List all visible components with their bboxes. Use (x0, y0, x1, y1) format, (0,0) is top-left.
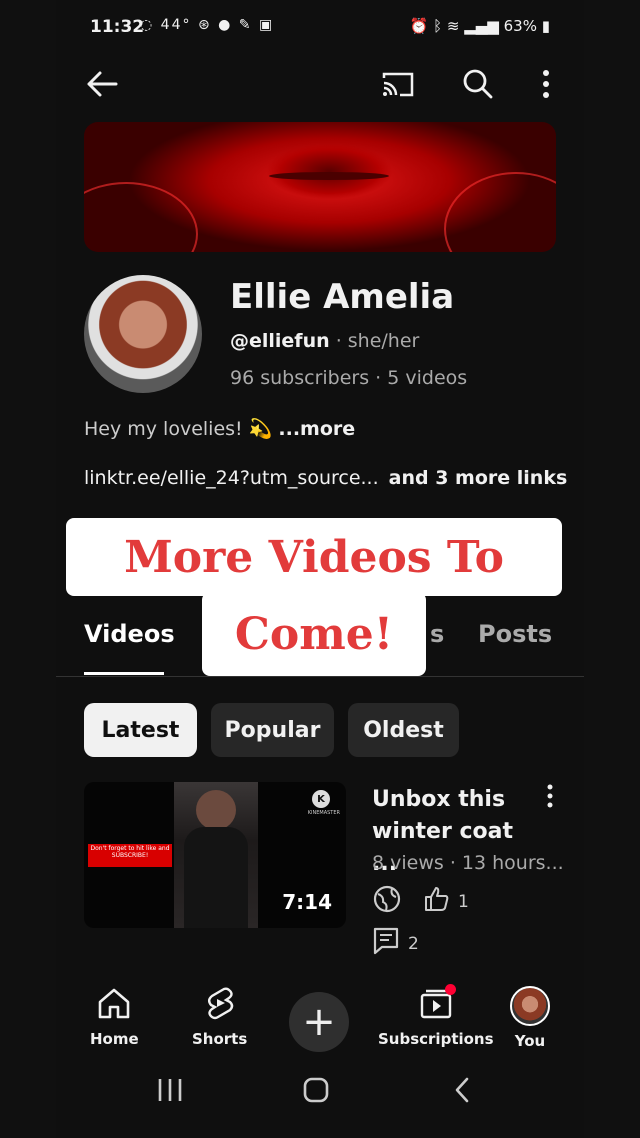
temperature-label: 44° (160, 17, 192, 33)
globe-icon (372, 884, 402, 919)
back-arrow-icon[interactable] (82, 64, 122, 104)
overlay-text-line1: More Videos To (124, 531, 504, 583)
channel-description[interactable]: Hey my lovelies! 💫 ...more (84, 417, 355, 440)
channel-pronouns: · she/her (335, 330, 420, 352)
nav-shorts[interactable]: Shorts (192, 986, 247, 1048)
nav-you-label: You (514, 1032, 546, 1050)
system-navigation-bar (56, 1054, 584, 1138)
cast-icon[interactable] (378, 64, 418, 104)
video-engagement-row: 1 (372, 884, 469, 919)
home-icon (96, 986, 132, 1024)
overlay-caption-line2: Come! (202, 592, 426, 676)
chip-popular[interactable]: Popular (211, 703, 334, 757)
video-more-icon[interactable] (546, 784, 554, 814)
thumbnail-person-body (184, 827, 248, 928)
nav-home-label: Home (90, 1030, 139, 1048)
subscriptions-icon (418, 984, 456, 1024)
top-app-bar (56, 56, 584, 112)
battery-icon: ▮ (541, 17, 550, 35)
status-system-icons: ⏰ ᛒ ≋ ▂▄▆ 63% ▮ (410, 17, 550, 35)
channel-handle: @elliefun (230, 330, 330, 352)
app-notification-icons: ⊛ ● ✎ ▣ (197, 17, 275, 33)
channel-links[interactable]: linktr.ee/ellie_24?utm_source... and 3 mo… (84, 467, 567, 489)
status-notification-icons: ◌ 44° ⊛ ● ✎ ▣ (140, 17, 274, 33)
video-thumbnail[interactable]: Don't forget to hit like and SUBSCRIBE! … (84, 782, 346, 928)
wifi-icon: ≋ (446, 17, 460, 35)
banner-lips-shape (269, 172, 389, 180)
primary-link[interactable]: linktr.ee/ellie_24?utm_source... (84, 467, 379, 489)
channel-name: Ellie Amelia (230, 277, 455, 317)
system-back-icon[interactable] (452, 1076, 472, 1112)
alarm-icon: ⏰ (409, 17, 429, 35)
video-meta: 8 views · 13 hours... (372, 852, 564, 874)
notification-dot (444, 984, 456, 995)
more-options-icon[interactable] (526, 64, 566, 104)
comment-count: 2 (408, 933, 419, 954)
description-text: Hey my lovelies! 💫 (84, 418, 279, 440)
thumbnail-subscribe-banner: Don't forget to hit like and SUBSCRIBE! (88, 844, 172, 867)
thumbnail-person-head (196, 790, 236, 830)
recent-apps-icon[interactable] (156, 1076, 184, 1112)
nav-you[interactable]: You (510, 986, 550, 1050)
channel-stats: 96 subscribers · 5 videos (230, 367, 468, 389)
thumbs-up-icon (422, 885, 450, 918)
tab-posts[interactable]: Posts (478, 620, 552, 648)
nav-subscriptions[interactable]: Subscriptions (378, 984, 494, 1048)
nav-shorts-label: Shorts (192, 1030, 248, 1048)
description-more-link[interactable]: ...more (278, 418, 355, 440)
status-time: 11:32 (90, 17, 145, 37)
video-duration: 7:14 (282, 890, 332, 914)
like-count: 1 (458, 891, 469, 912)
channel-avatar[interactable] (84, 275, 202, 393)
tab-partially-hidden[interactable]: s (430, 620, 444, 648)
phone-screen: 11:32 ◌ 44° ⊛ ● ✎ ▣ ⏰ ᛒ ≋ ▂▄▆ 63% ▮ Elli… (56, 0, 584, 1138)
more-links[interactable]: and 3 more links (389, 467, 568, 489)
chip-latest[interactable]: Latest (84, 703, 197, 757)
bottom-navigation: Home Shorts + Subscriptions You (56, 970, 584, 1054)
chip-oldest[interactable]: Oldest (348, 703, 459, 757)
overlay-caption-line1: More Videos To (66, 518, 562, 596)
banner-streak (84, 182, 198, 252)
active-tab-indicator (84, 672, 164, 675)
search-icon[interactable] (458, 64, 498, 104)
bluetooth-icon: ᛒ (433, 17, 443, 35)
kinemaster-watermark: KINEMASTER (307, 810, 340, 816)
comments-icon (372, 926, 400, 961)
create-plus-icon[interactable]: + (289, 992, 349, 1052)
overlay-text-line2: Come! (234, 608, 394, 660)
signal-icon: ▂▄▆ (464, 17, 499, 35)
status-bar: 11:32 ◌ 44° ⊛ ● ✎ ▣ ⏰ ᛒ ≋ ▂▄▆ 63% ▮ (56, 0, 584, 56)
alarm-ring-icon: ◌ (140, 17, 155, 33)
you-avatar (510, 986, 550, 1026)
battery-percent: 63% (503, 17, 537, 35)
system-home-icon[interactable] (302, 1076, 330, 1112)
tab-videos[interactable]: Videos (84, 620, 175, 648)
channel-banner (84, 122, 556, 252)
channel-handle-row: @elliefun · she/her (230, 330, 419, 352)
nav-home[interactable]: Home (90, 986, 139, 1048)
banner-streak (444, 172, 556, 252)
left-letterbox (0, 0, 56, 1138)
tab-divider (56, 676, 584, 677)
nav-subscriptions-label: Subscriptions (378, 1030, 494, 1048)
kinemaster-logo-icon: K (312, 790, 330, 808)
video-title-line1: Unbox this (372, 787, 506, 812)
shorts-icon (204, 986, 236, 1024)
video-comments-row: 2 (372, 926, 419, 961)
right-letterbox (584, 0, 640, 1138)
